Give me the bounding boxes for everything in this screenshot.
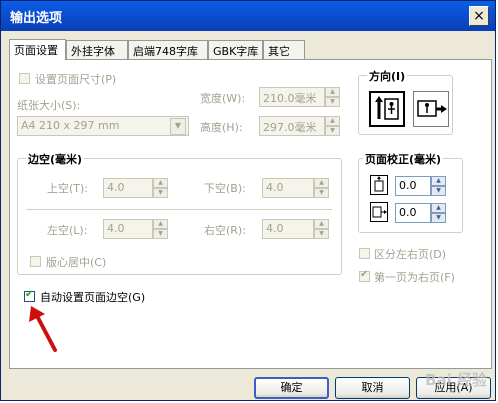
distinguish-pages-label: 区分左右页(D)	[374, 248, 447, 261]
width-field[interactable]: 210.0毫米	[259, 87, 325, 107]
height-label: 高度(H):	[200, 121, 243, 134]
first-page-right-checkbox[interactable]	[359, 269, 370, 282]
spin-down-icon[interactable]: ▼	[431, 186, 446, 196]
paper-size-select[interactable]: A4 210 x 297 mm ▼	[17, 116, 189, 136]
first-page-right-label: 第一页为右页(F)	[374, 271, 455, 284]
distinguish-pages-checkbox[interactable]	[359, 248, 370, 259]
orientation-group: 方向(I)	[358, 68, 453, 135]
margins-group: 边空(毫米) 上空(T): 4.0 ▲ ▼ 下空(B): 4.0 ▲ ▼ 左空(L)…	[17, 151, 342, 275]
correction-y-field[interactable]: 0.0	[395, 203, 431, 223]
height-spinner[interactable]: ▲ ▼	[325, 116, 340, 136]
tab-external-fonts[interactable]: 外挂字体	[66, 40, 128, 59]
spin-up-icon[interactable]: ▲	[153, 178, 168, 188]
tab-page-setup[interactable]: 页面设置	[9, 39, 66, 60]
close-icon: ×	[473, 8, 485, 24]
spin-up-icon[interactable]: ▲	[314, 178, 329, 188]
margins-divider	[26, 209, 332, 210]
center-content-label: 版心居中(C)	[46, 256, 107, 269]
dialog-title: 输出选项	[10, 11, 63, 26]
bottom-margin-spinner[interactable]: ▲ ▼	[314, 178, 329, 198]
close-button[interactable]: ×	[469, 6, 489, 26]
portrait-button[interactable]	[369, 91, 405, 127]
height-field[interactable]: 297.0毫米	[259, 116, 325, 136]
tab-other[interactable]: 其它	[263, 40, 305, 59]
spin-up-icon[interactable]: ▲	[431, 203, 446, 213]
left-margin-field[interactable]: 4.0	[103, 219, 153, 239]
spin-down-icon[interactable]: ▼	[314, 229, 329, 239]
spin-up-icon[interactable]: ▲	[314, 219, 329, 229]
spin-up-icon[interactable]: ▲	[325, 87, 340, 97]
chevron-down-icon[interactable]: ▼	[170, 118, 186, 135]
width-spinner[interactable]: ▲ ▼	[325, 87, 340, 107]
width-label: 宽度(W):	[200, 92, 246, 105]
spin-down-icon[interactable]: ▼	[314, 188, 329, 198]
bottom-margin-label: 下空(B):	[204, 182, 246, 195]
custom-size-checkbox[interactable]	[19, 73, 30, 84]
correction-x-spinner[interactable]: ▲ ▼	[431, 176, 446, 196]
center-content-checkbox[interactable]	[30, 256, 41, 267]
spin-up-icon[interactable]: ▲	[153, 219, 168, 229]
spin-down-icon[interactable]: ▼	[431, 213, 446, 223]
landscape-button[interactable]	[413, 91, 449, 127]
top-margin-spinner[interactable]: ▲ ▼	[153, 178, 168, 198]
spin-down-icon[interactable]: ▼	[153, 229, 168, 239]
right-margin-field[interactable]: 4.0	[262, 219, 314, 239]
right-margin-label: 右空(R):	[204, 224, 246, 237]
page-setup-panel: 设置页面尺寸(P) 纸张大小(S): A4 210 x 297 mm ▼ 宽度(…	[9, 59, 492, 369]
watermark: Bai 经验	[425, 371, 487, 389]
spin-up-icon[interactable]: ▲	[431, 176, 446, 186]
page-correction-title: 页面校正(毫米)	[363, 151, 444, 167]
margins-title: 边空(毫米)	[26, 151, 85, 167]
bottom-margin-field[interactable]: 4.0	[262, 178, 314, 198]
custom-size-label: 设置页面尺寸(P)	[35, 73, 117, 86]
tab-748-fonts[interactable]: 启端748字库	[128, 40, 208, 59]
spin-down-icon[interactable]: ▼	[325, 97, 340, 107]
right-margin-spinner[interactable]: ▲ ▼	[314, 219, 329, 239]
paper-size-label: 纸张大小(S):	[17, 99, 81, 112]
output-options-dialog: 输出选项 × 页面设置 外挂字体 启端748字库 GBK字库 其它 设置页面尺寸…	[0, 0, 496, 401]
correction-x-field[interactable]: 0.0	[395, 176, 431, 196]
spin-up-icon[interactable]: ▲	[325, 116, 340, 126]
paper-size-value: A4 210 x 297 mm	[21, 119, 120, 132]
left-margin-spinner[interactable]: ▲ ▼	[153, 219, 168, 239]
top-margin-field[interactable]: 4.0	[103, 178, 153, 198]
tab-gbk-fonts[interactable]: GBK字库	[208, 40, 263, 59]
horizontal-offset-icon	[370, 202, 388, 222]
cancel-button[interactable]: 取消	[335, 377, 410, 399]
portrait-icon	[375, 96, 399, 120]
annotation-arrow	[29, 306, 57, 352]
page-correction-group: 页面校正(毫米) 0.0 ▲ ▼ 0.0 ▲ ▼	[358, 151, 463, 233]
left-margin-label: 左空(L):	[47, 224, 88, 237]
spin-down-icon[interactable]: ▼	[153, 188, 168, 198]
auto-margins-checkbox[interactable]	[24, 289, 35, 302]
correction-y-spinner[interactable]: ▲ ▼	[431, 203, 446, 223]
title-bar[interactable]: 输出选项 ×	[1, 1, 495, 31]
ok-button[interactable]: 确定	[254, 377, 329, 399]
landscape-icon	[417, 100, 447, 117]
orientation-title: 方向(I)	[367, 68, 408, 84]
spin-down-icon[interactable]: ▼	[325, 126, 340, 136]
top-margin-label: 上空(T):	[47, 182, 89, 195]
vertical-offset-icon	[370, 175, 388, 195]
auto-margins-label: 自动设置页面边空(G)	[40, 291, 146, 304]
